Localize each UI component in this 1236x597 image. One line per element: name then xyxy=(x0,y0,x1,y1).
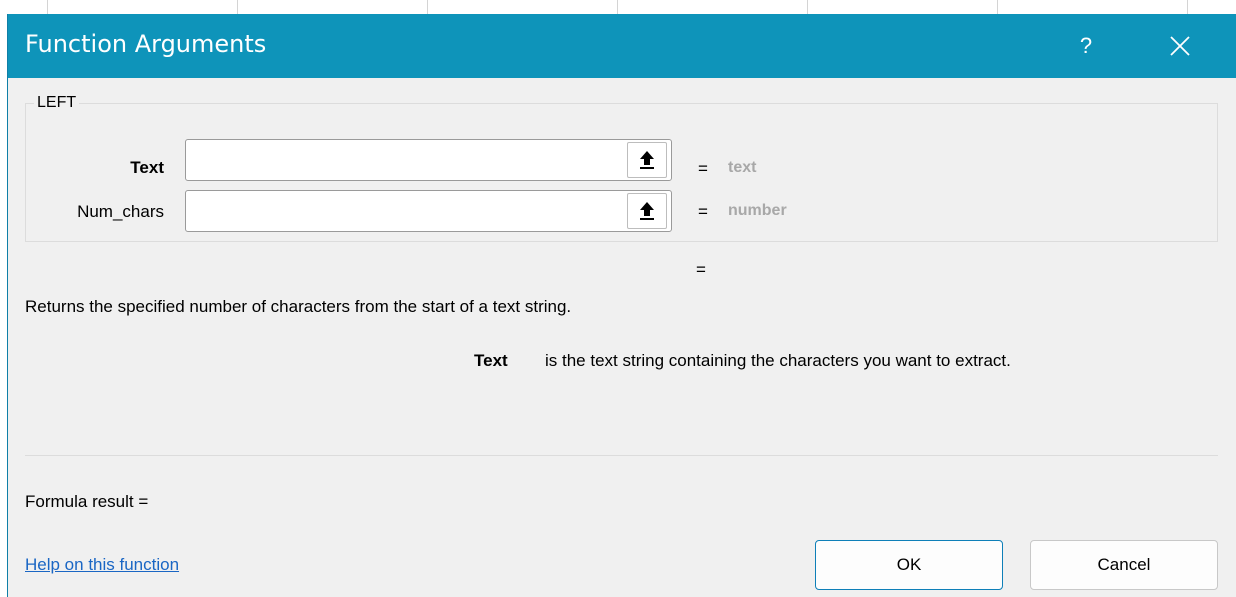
column-gridline xyxy=(997,0,998,14)
column-gridline xyxy=(47,0,48,14)
column-gridline xyxy=(617,0,618,14)
dialog-titlebar[interactable]: Function Arguments ? xyxy=(8,14,1236,78)
argument-help-name: Text xyxy=(474,351,508,370)
help-button[interactable]: ? xyxy=(1064,24,1108,68)
arg-label-num-chars: Num_chars xyxy=(77,202,164,221)
num-chars-argument-hint: number xyxy=(728,202,787,219)
function-arguments-dialog: Function Arguments ? LEFT Text = text Nu… xyxy=(7,14,1236,597)
num-chars-collapse-button[interactable] xyxy=(627,193,667,229)
arg-label-text: Text xyxy=(130,158,164,177)
formula-result-label: Formula result = xyxy=(25,492,149,511)
help-on-this-function-link[interactable]: Help on this function xyxy=(25,555,179,575)
column-gridline xyxy=(237,0,238,14)
ok-button[interactable]: OK xyxy=(815,540,1003,590)
text-collapse-button[interactable] xyxy=(627,142,667,178)
num-chars-equals-sign: = xyxy=(698,202,708,221)
collapse-dialog-icon xyxy=(640,202,654,220)
column-gridline xyxy=(807,0,808,14)
text-argument-hint: text xyxy=(728,159,757,176)
close-button[interactable] xyxy=(1158,24,1202,68)
help-icon: ? xyxy=(1079,33,1093,58)
function-description: Returns the specified number of characte… xyxy=(25,297,572,316)
column-gridline xyxy=(427,0,428,14)
text-argument-input[interactable] xyxy=(185,139,672,181)
spreadsheet-background xyxy=(0,0,1236,14)
function-result-equals: = xyxy=(696,260,706,279)
num-chars-argument-input[interactable] xyxy=(185,190,672,232)
argument-help-text: is the text string containing the charac… xyxy=(545,351,1011,370)
collapse-dialog-icon xyxy=(640,151,654,169)
column-gridline xyxy=(1187,0,1188,14)
dialog-title: Function Arguments xyxy=(25,30,267,58)
cancel-button[interactable]: Cancel xyxy=(1030,540,1218,590)
function-name-label: LEFT xyxy=(34,94,80,112)
divider xyxy=(25,455,1218,456)
text-equals-sign: = xyxy=(698,159,708,178)
close-icon xyxy=(1170,36,1190,56)
